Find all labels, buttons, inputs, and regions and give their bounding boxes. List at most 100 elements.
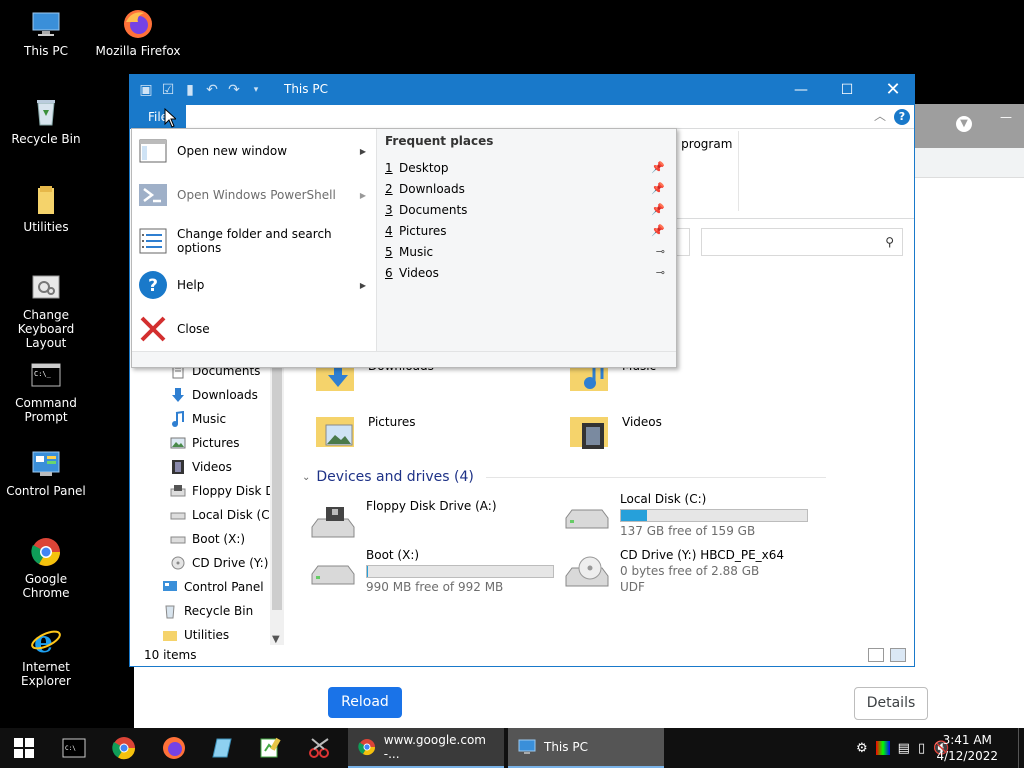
desktop-icon-keyboard-layout[interactable]: Change Keyboard Layout: [0, 272, 92, 350]
search-icon: ⚲: [885, 235, 894, 249]
new-folder-icon[interactable]: ▮: [182, 82, 198, 98]
drive-usage-bar: [366, 565, 554, 578]
nav-item-boot[interactable]: Boot (X:): [170, 529, 245, 549]
drive-floppy[interactable]: Floppy Disk Drive (A:): [310, 499, 497, 543]
start-button[interactable]: [0, 728, 48, 768]
unpinned-icon[interactable]: ⊸: [656, 245, 665, 258]
clipboard-icon[interactable]: ▤: [898, 741, 910, 756]
frequent-place-videos[interactable]: 6 Videos ⊸: [385, 262, 673, 283]
desktop-icon-utilities[interactable]: Utilities: [0, 184, 92, 234]
pinned-icon[interactable]: 📌: [651, 203, 665, 216]
frequent-place-documents[interactable]: 3 Documents 📌: [385, 199, 673, 220]
folder-videos[interactable]: Videos: [570, 411, 662, 451]
desktop-icon-internet-explorer[interactable]: e Internet Explorer: [0, 624, 92, 688]
pinned-icon[interactable]: 📌: [651, 224, 665, 237]
undo-icon[interactable]: ↶: [204, 82, 220, 98]
firefox-icon: [163, 737, 185, 759]
frequent-place-pictures[interactable]: 4 Pictures 📌: [385, 220, 673, 241]
nav-item-floppy[interactable]: Floppy Disk Dri: [170, 481, 283, 501]
details-view-icon[interactable]: [868, 648, 884, 662]
customize-toolbar-icon[interactable]: ▾: [248, 82, 264, 98]
menu-item-open-powershell[interactable]: Open Windows PowerShell ▶: [132, 173, 376, 217]
desktop-icon-firefox[interactable]: Mozilla Firefox: [92, 8, 184, 58]
drive-local-disk[interactable]: Local Disk (C:) 137 GB free of 159 GB: [564, 492, 808, 538]
drive-name: Boot (X:): [366, 548, 420, 562]
nav-item-music[interactable]: Music: [170, 409, 226, 429]
desktop-icon-recycle-bin[interactable]: Recycle Bin: [0, 96, 92, 146]
reload-button[interactable]: Reload: [328, 687, 402, 718]
devices-and-drives-header[interactable]: ⌄ Devices and drives (4): [302, 469, 826, 485]
nav-item-utilities[interactable]: Utilities: [162, 625, 229, 645]
taskbar-command-prompt[interactable]: C:\: [50, 728, 98, 768]
internet-explorer-icon: e: [30, 624, 62, 660]
frequent-place-desktop[interactable]: 1 Desktop 📌: [385, 157, 673, 178]
minimize-icon[interactable]: —: [1000, 110, 1012, 124]
svg-text:e: e: [34, 625, 53, 656]
large-icons-view-icon[interactable]: [890, 648, 906, 662]
unpinned-icon[interactable]: ⊸: [656, 266, 665, 279]
help-icon[interactable]: ?: [894, 109, 910, 125]
close-button[interactable]: ✕: [870, 75, 916, 105]
taskbar-task-this-pc[interactable]: This PC: [508, 728, 664, 768]
properties-icon[interactable]: ☑: [160, 82, 176, 98]
menu-item-label: Change folder and search options: [177, 227, 332, 255]
desktop-icon-this-pc[interactable]: This PC: [0, 8, 92, 58]
show-desktop-button[interactable]: [1018, 728, 1024, 768]
menu-item-close[interactable]: Close: [132, 307, 376, 351]
drive-boot[interactable]: Boot (X:) 990 MB free of 992 MB: [310, 548, 554, 594]
taskbar-firefox[interactable]: [150, 728, 198, 768]
nav-item-videos[interactable]: Videos: [170, 457, 232, 477]
frequent-place-number: 6: [385, 265, 393, 280]
pinned-icon[interactable]: 📌: [651, 161, 665, 174]
frequent-place-number: 3: [385, 202, 393, 217]
ribbon-uninstall-program[interactable]: a program: [670, 137, 732, 151]
details-button[interactable]: Details: [854, 687, 928, 720]
desktop-icon-control-panel[interactable]: Control Panel: [0, 448, 92, 498]
desktop-icon-command-prompt[interactable]: C:\_ Command Prompt: [0, 360, 92, 424]
menu-item-help[interactable]: ? Help ▶: [132, 263, 376, 307]
taskbar-snipping-tool[interactable]: [296, 728, 344, 768]
taskbar-editor[interactable]: [246, 728, 294, 768]
recycle-bin-icon: [162, 603, 178, 619]
color-picker-icon[interactable]: [875, 741, 890, 755]
menu-item-open-new-window[interactable]: Open new window ▶: [132, 129, 376, 173]
drive-cd[interactable]: CD Drive (Y:) HBCD_PE_x64 0 bytes free o…: [564, 548, 784, 594]
chevron-up-icon[interactable]: ︿: [874, 107, 886, 124]
search-input[interactable]: ⚲: [701, 228, 903, 256]
redo-icon[interactable]: ↷: [226, 82, 242, 98]
drive-free-space: 990 MB free of 992 MB: [366, 580, 504, 594]
system-clock[interactable]: 3:41 AM 4/12/2022: [936, 732, 998, 764]
chevron-right-icon: ▶: [359, 146, 366, 156]
scrollbar-thumb[interactable]: [272, 367, 282, 610]
nav-item-downloads[interactable]: Downloads: [170, 385, 258, 405]
nav-item-pictures[interactable]: Pictures: [170, 433, 240, 453]
taskbar-chrome[interactable]: [100, 728, 148, 768]
chevron-down-icon[interactable]: ▼: [956, 116, 972, 132]
nav-item-control-panel[interactable]: Control Panel: [162, 577, 264, 597]
clock-time: 3:41 AM: [942, 733, 992, 747]
nav-item-cd-drive[interactable]: CD Drive (Y:) H: [170, 553, 281, 573]
hard-drive-icon: [170, 507, 186, 523]
tab-file[interactable]: File: [130, 105, 186, 129]
frequent-place-music[interactable]: 5 Music ⊸: [385, 241, 673, 262]
nav-item-recycle-bin[interactable]: Recycle Bin: [162, 601, 253, 621]
taskbar-notepad[interactable]: [198, 728, 246, 768]
menu-item-folder-options[interactable]: Change folder and search options: [132, 219, 376, 263]
navigation-pane: Documents Downloads Music Pictures Video…: [130, 367, 286, 645]
minimize-button[interactable]: —: [778, 75, 824, 105]
folder-pictures[interactable]: Pictures: [316, 411, 416, 451]
videos-folder-icon: [570, 411, 612, 451]
file-menu-commands: Open new window ▶ Open Windows PowerShel…: [132, 129, 376, 353]
nav-item-local-disk[interactable]: Local Disk (C:): [170, 505, 278, 525]
hard-drive-icon: [564, 500, 610, 536]
pinned-icon[interactable]: 📌: [651, 182, 665, 195]
frequent-place-downloads[interactable]: 2 Downloads 📌: [385, 178, 673, 199]
nav-scrollbar[interactable]: ▼: [270, 367, 284, 645]
maximize-button[interactable]: ☐: [824, 75, 870, 105]
taskbar-task-chrome[interactable]: www.google.com -...: [348, 728, 504, 768]
nav-item-documents[interactable]: Documents: [170, 367, 260, 381]
desktop-icon-chrome[interactable]: Google Chrome: [0, 536, 92, 600]
usb-drive-icon[interactable]: ▯: [918, 741, 925, 756]
folder-label: Videos: [622, 415, 662, 429]
network-settings-icon[interactable]: ⚙: [856, 741, 868, 756]
